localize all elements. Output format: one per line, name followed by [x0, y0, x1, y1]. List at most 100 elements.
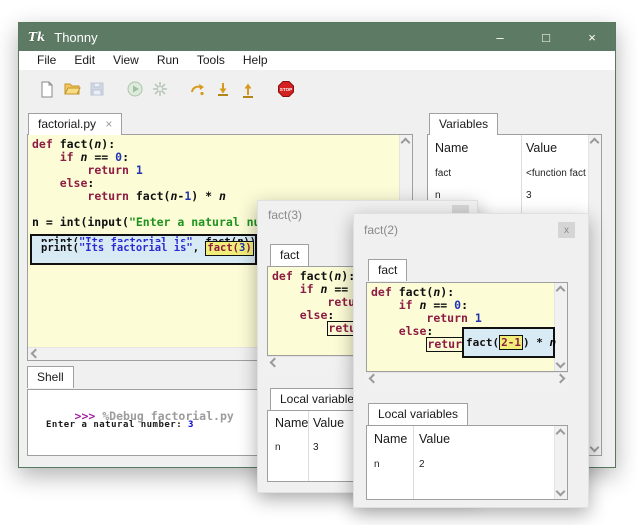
variables-col-name[interactable]: Name [435, 141, 468, 155]
frame-tab-label: fact [280, 248, 299, 262]
variable-row-value[interactable]: <function fact a [526, 168, 588, 179]
tab-close-icon[interactable]: × [105, 117, 112, 131]
scroll-up-icon[interactable] [590, 138, 600, 148]
code-token [272, 308, 300, 322]
code-token: def [371, 285, 392, 299]
code-token: fact( [129, 189, 171, 203]
code-token: ) * [191, 189, 219, 203]
column-divider[interactable] [413, 426, 414, 499]
scroll-up-icon[interactable] [556, 286, 566, 296]
menu-tools[interactable]: Tools [188, 51, 234, 70]
debug-script-button[interactable] [151, 80, 169, 98]
code-token: 1 [475, 311, 482, 325]
local-col-value[interactable]: Value [419, 432, 450, 446]
scroll-left-icon[interactable] [369, 374, 379, 384]
debug-burst-icon [151, 80, 169, 98]
variables-tab-label: Variables [439, 117, 488, 131]
code-token: ): [101, 137, 115, 151]
close-icon[interactable]: x [558, 222, 575, 238]
tab-local-variables[interactable]: Local variables [368, 403, 468, 425]
scroll-left-icon[interactable] [31, 349, 41, 359]
frame-vertical-scrollbar[interactable] [554, 283, 567, 371]
code-token [74, 150, 81, 164]
code-token [272, 295, 327, 309]
save-file-button[interactable] [88, 80, 106, 98]
scroll-up-icon[interactable] [556, 429, 566, 439]
scroll-right-icon[interactable] [556, 374, 566, 384]
code-token: if [300, 282, 314, 296]
toolbar: STOP [19, 70, 615, 107]
shell-user-input: 3 [188, 420, 194, 430]
code-token: , [193, 242, 206, 254]
new-file-button[interactable] [38, 80, 56, 98]
local-row-value[interactable]: 3 [313, 442, 319, 453]
frame-horizontal-scrollbar[interactable] [366, 372, 568, 385]
stop-sign-icon: STOP [277, 80, 295, 98]
menu-edit[interactable]: Edit [65, 51, 104, 70]
code-token: : [426, 324, 433, 338]
code-token: : [327, 308, 334, 322]
title-bar[interactable]: Tk Thonny – □ × [19, 23, 615, 51]
variable-row-value[interactable]: 3 [526, 190, 588, 201]
code-token [32, 176, 60, 190]
local-col-name[interactable]: Name [275, 416, 308, 430]
code-token: if [60, 150, 74, 164]
step-out-button[interactable] [239, 80, 257, 98]
local-row-name[interactable]: n [275, 442, 281, 453]
code-token: else [300, 308, 328, 322]
local-row-value[interactable]: 2 [419, 459, 425, 470]
close-button[interactable]: × [569, 23, 615, 51]
shell-command-line: >>> %Debug factorial.py [33, 395, 234, 437]
code-token: ) * [523, 336, 550, 349]
step-over-icon [189, 80, 207, 98]
menu-view[interactable]: View [104, 51, 148, 70]
code-token: fact( [207, 242, 239, 254]
code-token: fact( [392, 285, 434, 299]
menu-help[interactable]: Help [234, 51, 277, 70]
tab-fact[interactable]: fact [270, 244, 309, 266]
step-over-button[interactable] [189, 80, 207, 98]
popup-title: fact(3) [268, 208, 302, 222]
code-token: return [87, 189, 129, 203]
tab-factorial-py[interactable]: factorial.py × [28, 113, 122, 135]
local-variables-table[interactable]: Name Value n 2 [366, 425, 568, 500]
debug-focus-box: print("Its factorial is", fact(n))print(… [30, 234, 257, 265]
frame-tab-label: fact [378, 263, 397, 277]
code-token: ): [440, 285, 454, 299]
run-script-button[interactable] [126, 80, 144, 98]
scroll-down-icon[interactable] [556, 487, 566, 497]
stop-button[interactable]: STOP [277, 80, 295, 98]
local-col-name[interactable]: Name [374, 432, 407, 446]
local-row-name[interactable]: n [374, 459, 380, 470]
code-token: ) [245, 242, 251, 254]
local-variables-scrollbar[interactable] [554, 426, 567, 499]
frame-window-fact2: fact(2) x fact def fact(n): if n == 0: r… [353, 213, 589, 508]
menu-file[interactable]: File [28, 51, 65, 70]
scroll-down-icon[interactable] [590, 443, 600, 453]
code-token: 2-1 [501, 336, 521, 349]
code-token [314, 282, 321, 296]
minimize-button[interactable]: – [477, 23, 523, 51]
code-token [413, 298, 420, 312]
code-token: fact( [293, 269, 335, 283]
code-token [371, 337, 426, 351]
local-col-value[interactable]: Value [313, 416, 344, 430]
code-token: fact( [466, 336, 499, 349]
code-token [129, 163, 136, 177]
tab-variables[interactable]: Variables [429, 113, 498, 135]
variables-col-value[interactable]: Value [526, 141, 557, 155]
variable-row-name[interactable]: fact [435, 168, 451, 179]
scroll-left-icon[interactable] [270, 358, 280, 368]
menu-run[interactable]: Run [148, 51, 188, 70]
variables-scrollbar[interactable] [588, 135, 601, 455]
local-variables-label: Local variables [378, 407, 458, 421]
scroll-up-icon[interactable] [401, 138, 411, 148]
new-file-icon [38, 80, 56, 98]
tab-shell[interactable]: Shell [27, 366, 74, 388]
scroll-down-icon[interactable] [556, 359, 566, 369]
open-file-button[interactable] [63, 80, 81, 98]
step-out-icon [239, 80, 257, 98]
maximize-button[interactable]: □ [523, 23, 569, 51]
step-into-button[interactable] [214, 80, 232, 98]
tab-fact[interactable]: fact [368, 259, 407, 281]
